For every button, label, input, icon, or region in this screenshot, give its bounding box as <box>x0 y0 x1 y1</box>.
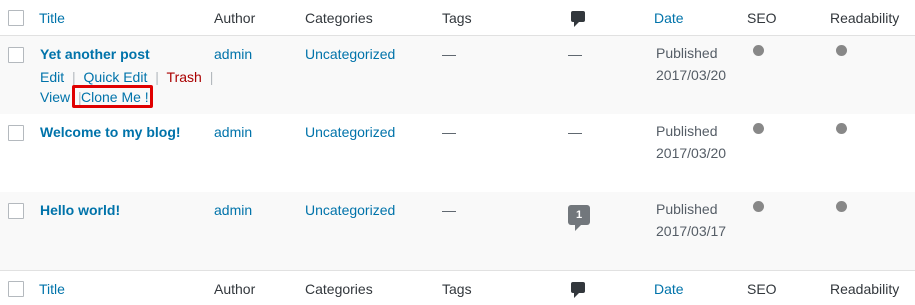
edit-link[interactable]: Edit <box>40 69 64 85</box>
readability-status-dot <box>836 123 847 134</box>
readability-status-dot <box>836 45 847 56</box>
column-date-sort[interactable]: Date <box>654 10 684 26</box>
comment-count-badge[interactable]: 1 <box>568 205 590 231</box>
tags-value: — <box>442 124 456 140</box>
select-all-checkbox[interactable] <box>8 10 24 26</box>
date-cell: Published 2017/03/20 <box>656 42 726 86</box>
category-link[interactable]: Uncategorized <box>305 202 395 218</box>
select-all-checkbox-footer[interactable] <box>8 281 24 297</box>
seo-status-dot <box>753 123 764 134</box>
seo-status-dot <box>753 201 764 212</box>
author-link[interactable]: admin <box>214 46 252 62</box>
category-link[interactable]: Uncategorized <box>305 46 395 62</box>
post-status: Published <box>656 45 718 61</box>
table-header: Title Author Categories Tags Date SEO Re… <box>0 0 915 36</box>
date-cell: Published 2017/03/20 <box>656 120 726 164</box>
row-checkbox[interactable] <box>8 125 24 141</box>
date-cell: Published 2017/03/17 <box>656 198 726 242</box>
readability-status-dot <box>836 201 847 212</box>
row-actions: Edit | Quick Edit | Trash | <box>40 69 217 85</box>
comment-bubble-icon[interactable] <box>571 11 585 27</box>
column-seo[interactable]: SEO <box>747 10 777 26</box>
column-date-sort[interactable]: Date <box>654 281 684 297</box>
column-seo[interactable]: SEO <box>747 281 777 297</box>
action-separator: | <box>209 69 214 85</box>
post-title-link[interactable]: Hello world! <box>40 202 120 218</box>
table-row: Hello world! admin Uncategorized — 1 Pub… <box>0 192 915 270</box>
row-checkbox[interactable] <box>8 47 24 63</box>
clone-me-link[interactable]: Clone Me ! <box>81 89 149 105</box>
comments-value: — <box>568 46 582 62</box>
column-author: Author <box>214 10 256 26</box>
action-separator: | <box>72 69 76 85</box>
column-title-sort[interactable]: Title <box>39 281 65 297</box>
author-link[interactable]: admin <box>214 202 252 218</box>
seo-status-dot <box>753 45 764 56</box>
column-tags: Tags <box>442 10 472 26</box>
column-categories: Categories <box>305 281 373 297</box>
action-separator: | <box>155 69 159 85</box>
view-link[interactable]: View <box>40 89 70 105</box>
post-date: 2017/03/17 <box>656 223 727 239</box>
column-title-sort[interactable]: Title <box>39 10 65 26</box>
trash-link[interactable]: Trash <box>167 69 202 85</box>
post-date: 2017/03/20 <box>656 145 727 161</box>
author-link[interactable]: admin <box>214 124 252 140</box>
category-link[interactable]: Uncategorized <box>305 124 395 140</box>
comment-bubble-icon[interactable] <box>571 282 585 298</box>
column-author: Author <box>214 281 256 297</box>
column-categories: Categories <box>305 10 373 26</box>
table-row: Welcome to my blog! admin Uncategorized … <box>0 114 915 192</box>
post-status: Published <box>656 123 718 139</box>
tags-value: — <box>442 46 456 62</box>
row-checkbox[interactable] <box>8 203 24 219</box>
column-readability[interactable]: Readability <box>830 10 899 26</box>
table-row: Yet another post Edit | Quick Edit | Tra… <box>0 36 915 114</box>
table-footer: Title Author Categories Tags Date SEO Re… <box>0 270 915 305</box>
post-status: Published <box>656 201 718 217</box>
post-title-link[interactable]: Yet another post <box>40 46 150 62</box>
column-tags: Tags <box>442 281 472 297</box>
column-readability[interactable]: Readability <box>830 281 899 297</box>
post-date: 2017/03/20 <box>656 67 727 83</box>
tags-value: — <box>442 202 456 218</box>
quick-edit-link[interactable]: Quick Edit <box>84 69 148 85</box>
comments-value: — <box>568 124 582 140</box>
post-title-link[interactable]: Welcome to my blog! <box>40 124 181 140</box>
